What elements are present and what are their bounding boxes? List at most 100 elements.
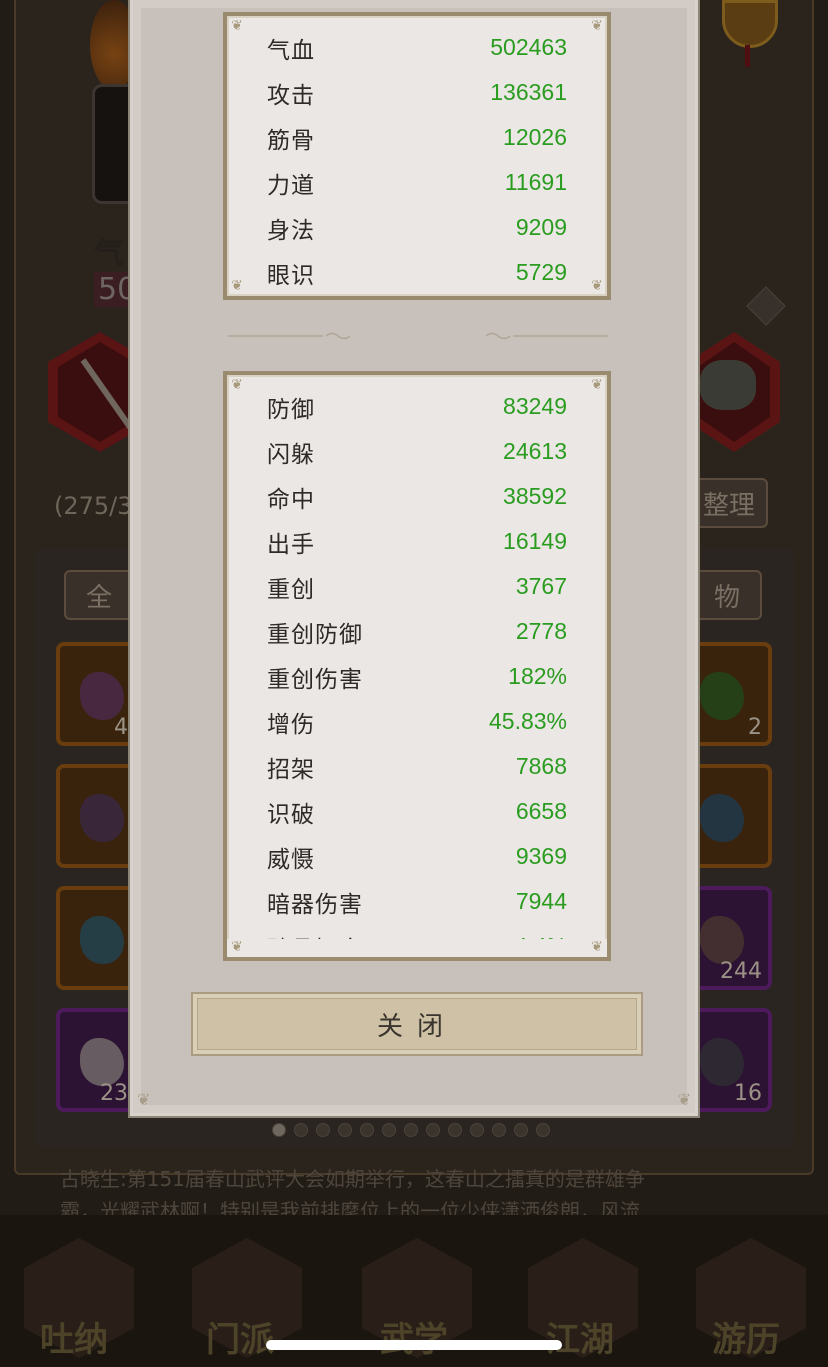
stat-label: 重创伤害 — [267, 666, 363, 693]
page-dot[interactable] — [338, 1123, 352, 1137]
corner-ornament-icon: ❦ — [591, 18, 603, 34]
mount-icon — [700, 360, 756, 410]
stat-label: 闪躲 — [267, 441, 315, 468]
page-dot[interactable] — [404, 1123, 418, 1137]
inventory-slot[interactable]: 23 — [56, 1008, 138, 1112]
gem-icon — [80, 794, 124, 842]
inventory-slot[interactable] — [56, 886, 138, 990]
page-dot[interactable] — [294, 1123, 308, 1137]
stat-label: 攻击 — [267, 82, 315, 109]
stat-row: 招架 7868 — [267, 744, 567, 789]
nav-label-breathing: 吐纳 — [40, 1320, 108, 1360]
page-dot[interactable] — [382, 1123, 396, 1137]
stat-row: 气血 502463 — [267, 25, 567, 70]
gem-icon — [80, 1038, 124, 1086]
stat-label: 识破 — [267, 801, 315, 828]
tab-all[interactable]: 全 — [64, 570, 134, 620]
stat-label: 增伤 — [267, 711, 315, 738]
page-indicator — [272, 1123, 550, 1137]
stat-value: 7868 — [515, 753, 567, 779]
stat-value: 136361 — [490, 79, 567, 105]
slot-count: 244 — [720, 959, 762, 984]
inventory-slot[interactable] — [56, 764, 138, 868]
slot-count: 2 — [748, 715, 762, 740]
stat-label: 招架 — [267, 756, 315, 783]
base-stats-panel: ❦ ❦ ❦ ❦ 气血 502463 攻击 136361 筋骨 12026 力道 11691 身法… — [223, 12, 611, 300]
gem-icon — [80, 916, 124, 964]
page-dot[interactable] — [492, 1123, 506, 1137]
stat-label: 出手 — [267, 531, 315, 558]
stat-label: 重创 — [267, 576, 315, 603]
stat-row: 筋骨 12026 — [267, 115, 567, 160]
stat-value: 7944 — [515, 888, 567, 914]
ornament-tassel-icon — [745, 45, 750, 67]
page-dot[interactable] — [448, 1123, 462, 1137]
gem-icon — [80, 672, 124, 720]
gem-icon — [700, 794, 744, 842]
corner-ornament-icon: ❦ — [231, 278, 243, 294]
inventory-slot[interactable]: 2 — [690, 642, 772, 746]
stat-row: 重创伤害 182% — [267, 654, 567, 699]
stat-value: 2778 — [515, 618, 567, 644]
stat-value: 5729 — [515, 259, 567, 285]
stat-value: 24613 — [503, 438, 567, 464]
inventory-slot[interactable]: 4 — [56, 642, 138, 746]
scroll-fade — [227, 939, 607, 957]
stat-value: 83249 — [503, 393, 567, 419]
stat-label: 命中 — [267, 486, 315, 513]
stat-row: 眼识 5729 — [267, 250, 567, 295]
stat-row: 攻击 136361 — [267, 70, 567, 115]
stat-row: 重创 3767 — [267, 564, 567, 609]
stat-row: 增伤 45.83% — [267, 699, 567, 744]
nav-label-sect: 门派 — [206, 1320, 274, 1360]
stat-value: 38592 — [503, 483, 567, 509]
hp-label-partial: 气 — [94, 236, 124, 271]
inventory-slot[interactable]: 244 — [690, 886, 772, 990]
gem-icon — [700, 1038, 744, 1086]
stat-label: 力道 — [267, 172, 315, 199]
stat-row: 命中 38592 — [267, 474, 567, 519]
stat-value: 6658 — [515, 798, 567, 824]
corner-ornament-icon: ❦ — [591, 939, 603, 955]
corner-ornament-icon: ❦ — [591, 278, 603, 294]
stat-label: 眼识 — [267, 262, 315, 289]
tab-item[interactable]: 物 — [692, 570, 762, 620]
stat-row: 暗器伤害 7944 — [267, 879, 567, 924]
stat-value: 11691 — [504, 169, 567, 195]
corner-ornament-icon: ❦ — [677, 1090, 691, 1109]
corner-ornament-icon: ❦ — [591, 377, 603, 393]
stat-label: 防御 — [267, 396, 315, 423]
inventory-slot[interactable]: 16 — [690, 1008, 772, 1112]
home-indicator[interactable] — [266, 1340, 562, 1350]
stat-label: 重创防御 — [267, 621, 363, 648]
stat-label: 身法 — [267, 217, 315, 244]
slot-count: 23 — [100, 1081, 128, 1106]
close-button[interactable]: 关闭 — [191, 992, 643, 1056]
gem-icon — [700, 916, 744, 964]
nav-label-jianghu: 江湖 — [546, 1320, 614, 1360]
stat-label: 筋骨 — [267, 127, 315, 154]
slot-count: 4 — [114, 715, 128, 740]
sort-button[interactable]: 整理 — [690, 478, 768, 528]
stat-row: 闪躲 24613 — [267, 429, 567, 474]
page-dot[interactable] — [470, 1123, 484, 1137]
stat-value: 12026 — [503, 124, 567, 150]
page-dot[interactable] — [426, 1123, 440, 1137]
attribute-dialog: ❦ ❦ ❦ ❦ 气血 502463 攻击 136361 筋骨 12026 力道 11691 身法… — [130, 0, 698, 1116]
page-dot[interactable] — [360, 1123, 374, 1137]
page-dot[interactable] — [536, 1123, 550, 1137]
nav-label-travel: 游历 — [712, 1320, 780, 1360]
advanced-stats-panel[interactable]: ❦ ❦ ❦ ❦ 防御 83249 闪躲 24613 命中 38592 出手 16149 重创 37… — [223, 371, 611, 961]
corner-ornament-icon: ❦ — [137, 1090, 151, 1109]
corner-ornament-icon: ❦ — [231, 18, 243, 34]
stat-value: 502463 — [490, 34, 567, 60]
page-dot[interactable] — [514, 1123, 528, 1137]
page-dot[interactable] — [316, 1123, 330, 1137]
stat-value: 9369 — [515, 843, 567, 869]
slot-count: 16 — [734, 1081, 762, 1106]
page-dot[interactable] — [272, 1123, 286, 1137]
stat-value: 182% — [508, 663, 567, 689]
stat-value: 16149 — [503, 528, 567, 554]
corner-ornament-icon: ❦ — [231, 377, 243, 393]
inventory-slot[interactable] — [690, 764, 772, 868]
